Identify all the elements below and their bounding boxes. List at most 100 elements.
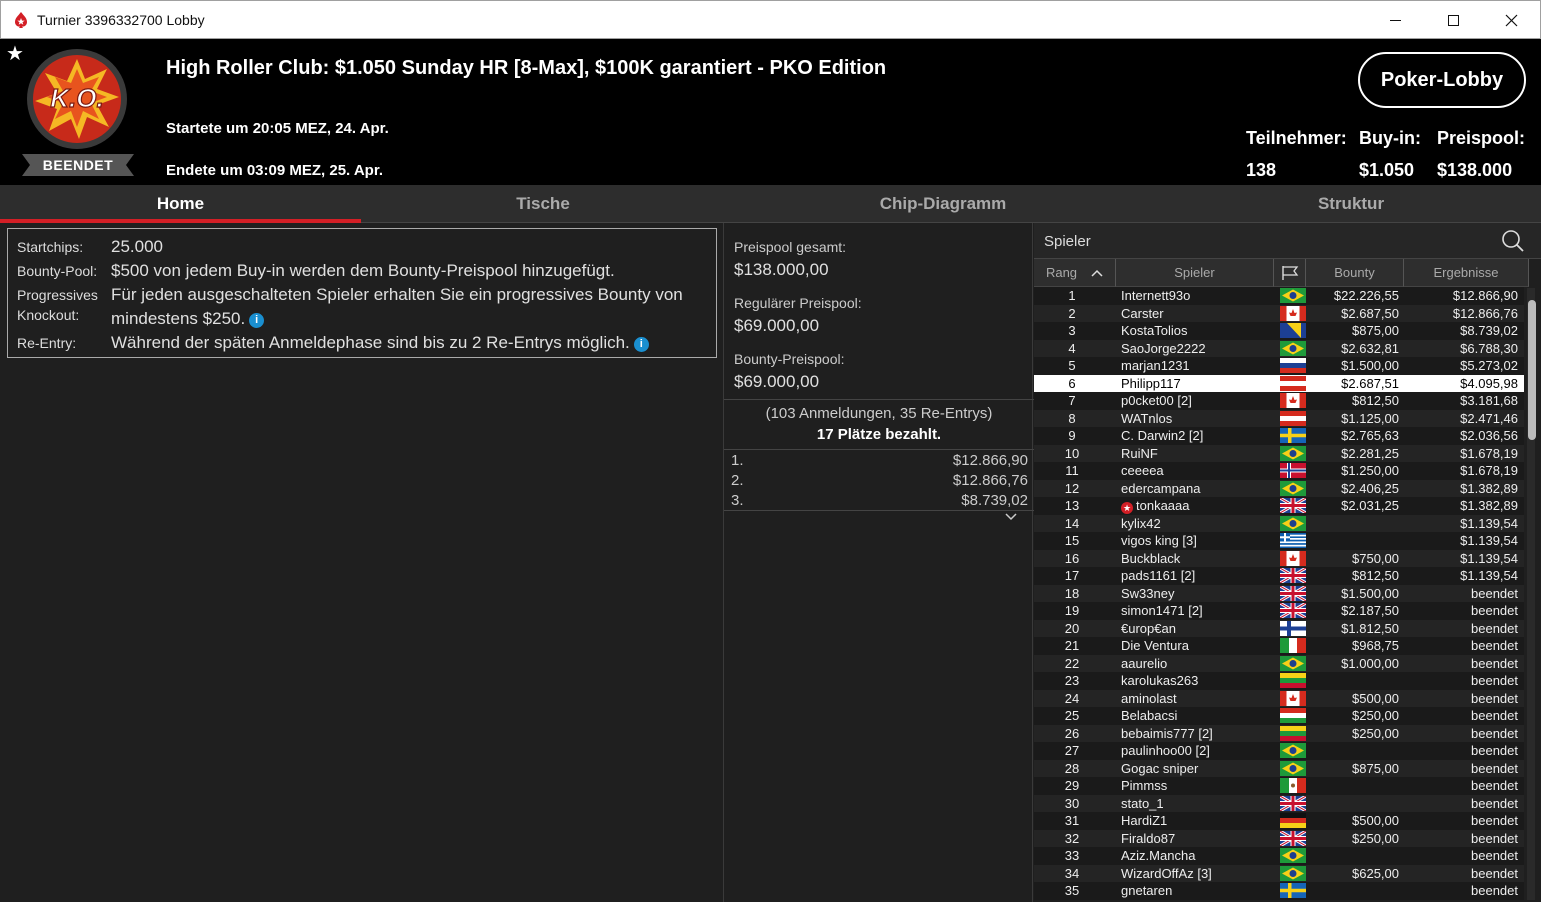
column-header-bounty[interactable]: Bounty [1306, 259, 1404, 287]
player-result: beendet [1471, 725, 1518, 741]
player-bounty: $750,00 [1352, 550, 1399, 566]
player-row[interactable]: 17 pads1161 [2] $812,50 $1.139,54 [1034, 567, 1524, 585]
close-button[interactable] [1482, 1, 1540, 39]
chevron-down-icon[interactable] [1004, 512, 1018, 522]
prizepool-label: Preispool: [1437, 128, 1526, 148]
column-header-player[interactable]: Spieler [1116, 259, 1274, 287]
player-row[interactable]: 5 marjan1231 $1.500,00 $5.273,02 [1034, 357, 1524, 375]
player-rank: 10 [1064, 445, 1080, 461]
player-bounty: $2.632,81 [1341, 340, 1399, 356]
player-result: $1.382,89 [1460, 480, 1518, 496]
player-rank: 26 [1064, 725, 1080, 741]
player-row[interactable]: 19 simon1471 [2] $2.187,50 beendet [1034, 602, 1524, 620]
favorite-star-icon[interactable]: ★ [6, 44, 24, 64]
maximize-button[interactable] [1424, 1, 1482, 39]
column-header-rank[interactable]: Rang [1034, 259, 1116, 287]
player-row[interactable]: 20 €urop€an $1.812,50 beendet [1034, 619, 1524, 637]
player-row[interactable]: 28 Gogac sniper $875,00 beendet [1034, 759, 1524, 777]
player-row[interactable]: 30 stato_1 beendet [1034, 794, 1524, 812]
player-bounty: $812,50 [1352, 568, 1399, 583]
pko-label-line1: Progressives [17, 287, 98, 303]
reentry-info-icon[interactable]: i [633, 337, 649, 352]
tournament-info-box: Startchips: 25.000 Bounty-Pool: $500 von… [7, 228, 717, 358]
player-row[interactable]: 32 Firaldo87 $250,00 beendet [1034, 829, 1524, 847]
player-bounty: $1.125,00 [1341, 410, 1399, 426]
player-row[interactable]: 29 Pimmss beendet [1034, 777, 1524, 795]
player-row[interactable]: 16 Buckblack $750,00 $1.139,54 [1034, 549, 1524, 567]
player-result: $1.139,54 [1460, 550, 1518, 566]
player-row[interactable]: 22 aaurelio $1.000,00 beendet [1034, 654, 1524, 672]
player-row[interactable]: 25 Belabacsi $250,00 beendet [1034, 707, 1524, 725]
player-row[interactable]: 1 Internett93o $22.226,55 $12.866,90 [1034, 287, 1524, 305]
country-flag-br-icon [1280, 515, 1306, 531]
player-result: $1.382,89 [1460, 498, 1518, 513]
player-row[interactable]: 18 Sw33ney $1.500,00 beendet [1034, 584, 1524, 602]
player-result: $1.139,54 [1460, 568, 1518, 583]
player-bounty: $250,00 [1352, 725, 1399, 741]
player-row[interactable]: 4 SaoJorge2222 $2.632,81 $6.788,30 [1034, 339, 1524, 357]
column-header-results[interactable]: Ergebnisse [1404, 259, 1529, 287]
knockout-badge-text: K.O. [50, 83, 103, 113]
payout-amount: $12.866,76 [952, 472, 1028, 489]
player-name: vigos king [3] [1121, 533, 1197, 548]
minimize-button[interactable] [1366, 1, 1424, 39]
player-result: beendet [1471, 865, 1518, 881]
player-row[interactable]: 14 kylix42 $1.139,54 [1034, 514, 1524, 532]
player-result: $1.139,54 [1460, 515, 1518, 531]
payout-amount: $12.866,90 [952, 452, 1028, 469]
player-row[interactable]: 3 KostaTolios $875,00 $8.739,02 [1034, 322, 1524, 340]
bounty-pool-label: Bounty-Pool: [17, 263, 98, 279]
player-row[interactable]: 33 Aziz.Mancha beendet [1034, 847, 1524, 865]
pko-info-icon[interactable]: i [249, 313, 265, 328]
player-row[interactable]: 12 edercampana $2.406,25 $1.382,89 [1034, 479, 1524, 497]
player-row[interactable]: 8 WATnlos $1.125,00 $2.471,46 [1034, 409, 1524, 427]
player-row[interactable]: 34 WizardOffAz [3] $625,00 beendet [1034, 864, 1524, 882]
player-name: SaoJorge2222 [1121, 340, 1206, 356]
player-name-cell: Buckblack [1121, 551, 1180, 566]
player-rank: 13 [1064, 498, 1080, 513]
player-result: beendet [1471, 638, 1518, 653]
tab-chip-diagram[interactable]: Chip-Diagramm [725, 185, 1161, 223]
player-row[interactable]: 11 ceeeea $1.250,00 $1.678,19 [1034, 462, 1524, 480]
player-list-scrollbar-thumb[interactable] [1528, 300, 1536, 440]
player-name-cell: WizardOffAz [3] [1121, 866, 1212, 881]
tab-home[interactable]: Home [0, 185, 361, 223]
player-row[interactable]: 7 p0cket00 [2] $812,50 $3.181,68 [1034, 392, 1524, 410]
player-search-label: Spieler [1044, 233, 1091, 250]
player-name: stato_1 [1121, 795, 1164, 811]
player-row[interactable]: 24 aminolast $500,00 beendet [1034, 689, 1524, 707]
tournament-title: High Roller Club: $1.050 Sunday HR [8-Ma… [166, 57, 887, 79]
tab-tables[interactable]: Tische [361, 185, 725, 223]
player-result: $8.739,02 [1460, 323, 1518, 338]
player-row[interactable]: 10 RuiNF $2.281,25 $1.678,19 [1034, 444, 1524, 462]
poker-lobby-button[interactable]: Poker-Lobby [1358, 52, 1526, 108]
pko-value-line1: Für jeden ausgeschalteten Spieler erhalt… [111, 285, 683, 304]
player-result: $2.036,56 [1460, 428, 1518, 443]
player-row[interactable]: 21 Die Ventura $968,75 beendet [1034, 637, 1524, 655]
player-search-bar[interactable]: Spieler [1034, 223, 1541, 259]
player-row[interactable]: 2 Carster $2.687,50 $12.866,76 [1034, 304, 1524, 322]
sort-ascending-icon [1091, 269, 1103, 277]
player-rank: 17 [1064, 568, 1080, 583]
player-row[interactable]: 23 karolukas263 beendet [1034, 672, 1524, 690]
player-result: $4.095,98 [1460, 375, 1518, 391]
player-row[interactable]: 27 paulinhoo00 [2] beendet [1034, 742, 1524, 760]
player-row[interactable]: 26 bebaimis777 [2] $250,00 beendet [1034, 724, 1524, 742]
column-header-country[interactable] [1274, 259, 1306, 287]
player-row[interactable]: 6 Philipp117 $2.687,51 $4.095,98 [1034, 374, 1524, 392]
player-result: beendet [1471, 848, 1518, 863]
player-row[interactable]: 9 C. Darwin2 [2] $2.765,63 $2.036,56 [1034, 427, 1524, 445]
player-name: RuiNF [1121, 445, 1158, 461]
player-name: ceeeea [1121, 463, 1164, 478]
tab-structure[interactable]: Struktur [1161, 185, 1541, 223]
player-row[interactable]: 35 gnetaren beendet [1034, 882, 1524, 900]
player-row[interactable]: 13 ★ tonkaaaa $2.031,25 $1.382,89 [1034, 497, 1524, 515]
search-icon[interactable] [1501, 229, 1525, 253]
player-row[interactable]: 15 vigos king [3] $1.139,54 [1034, 532, 1524, 550]
player-name-cell: Gogac sniper [1121, 761, 1198, 776]
player-name: gnetaren [1121, 883, 1173, 898]
buyin-value: $1.050 [1359, 160, 1415, 180]
player-result: $2.471,46 [1460, 410, 1518, 426]
player-result: $6.788,30 [1460, 340, 1518, 356]
player-row[interactable]: 31 HardiZ1 $500,00 beendet [1034, 812, 1524, 830]
